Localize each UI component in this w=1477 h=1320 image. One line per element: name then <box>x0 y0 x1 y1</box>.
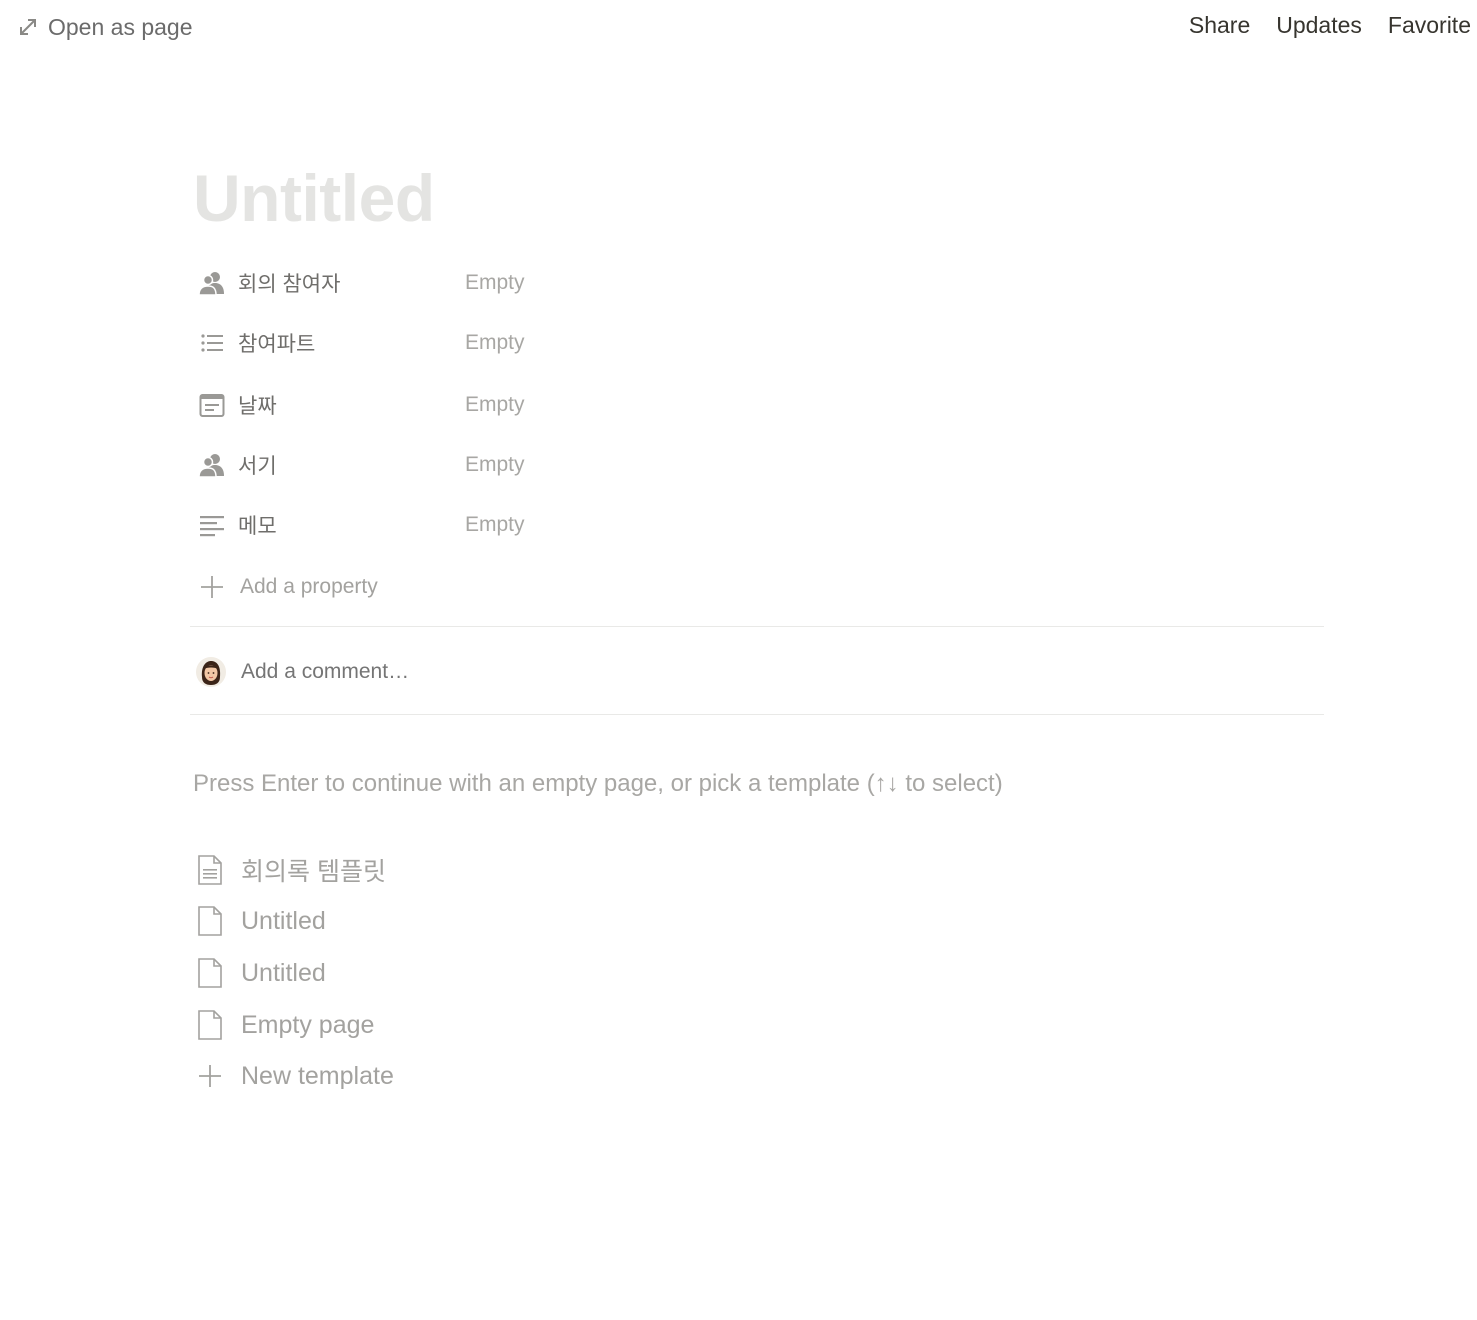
template-label: Untitled <box>241 958 326 987</box>
comment-bar <box>196 654 841 690</box>
add-property-button[interactable]: Add a property <box>198 568 378 606</box>
people-icon <box>198 451 226 479</box>
property-value[interactable]: Empty <box>465 393 525 417</box>
template-hint: Press Enter to continue with an empty pa… <box>193 770 1003 797</box>
top-actions: Share Updates Favorite <box>1189 12 1471 39</box>
property-name: 회의 참여자 <box>238 273 341 296</box>
multi-select-icon <box>198 329 226 357</box>
property-name: 날짜 <box>238 395 277 418</box>
new-template-button[interactable]: New template <box>196 1056 394 1096</box>
property-value[interactable]: Empty <box>465 513 525 537</box>
property-name: 메모 <box>238 515 277 538</box>
open-as-page-button[interactable]: Open as page <box>18 12 193 42</box>
updates-button[interactable]: Updates <box>1276 12 1362 39</box>
page-icon <box>196 956 224 990</box>
property-row-memo[interactable]: 메모 Empty <box>198 505 1098 545</box>
template-label: Empty page <box>241 1010 375 1039</box>
avatar <box>196 657 226 687</box>
plus-icon <box>198 573 226 601</box>
new-template-label: New template <box>241 1061 394 1090</box>
property-row-secretary[interactable]: 서기 Empty <box>198 445 1098 485</box>
text-icon <box>198 511 226 539</box>
expand-arrows-icon <box>18 17 38 37</box>
template-label: Untitled <box>241 906 326 935</box>
template-item[interactable]: Empty page <box>196 1005 374 1045</box>
page-icon <box>196 1008 224 1042</box>
template-item[interactable]: Untitled <box>196 901 326 941</box>
comment-input[interactable] <box>241 660 841 684</box>
share-button[interactable]: Share <box>1189 12 1250 39</box>
template-item[interactable]: 회의록 템플릿 <box>196 850 386 890</box>
open-as-page-label: Open as page <box>48 13 193 40</box>
top-bar: Open as page Share Updates Favorite <box>0 0 1477 54</box>
favorite-button[interactable]: Favorite <box>1388 12 1471 39</box>
property-row-attendees[interactable]: 회의 참여자 Empty <box>198 263 1098 303</box>
plus-icon <box>196 1059 224 1093</box>
property-name: 참여파트 <box>238 333 316 356</box>
document-lines-icon <box>196 853 224 887</box>
property-value[interactable]: Empty <box>465 453 525 477</box>
page-icon <box>196 904 224 938</box>
divider <box>190 626 1324 627</box>
property-row-date[interactable]: 날짜 Empty <box>198 385 1098 425</box>
calendar-icon <box>198 391 226 419</box>
template-item[interactable]: Untitled <box>196 953 326 993</box>
property-row-parts[interactable]: 참여파트 Empty <box>198 323 1098 363</box>
add-property-label: Add a property <box>240 575 378 598</box>
property-name: 서기 <box>238 455 277 478</box>
template-label: 회의록 템플릿 <box>241 858 386 886</box>
people-icon <box>198 269 226 297</box>
page-title[interactable]: Untitled <box>193 160 435 236</box>
property-value[interactable]: Empty <box>465 331 525 355</box>
divider <box>190 714 1324 715</box>
property-value[interactable]: Empty <box>465 271 525 295</box>
